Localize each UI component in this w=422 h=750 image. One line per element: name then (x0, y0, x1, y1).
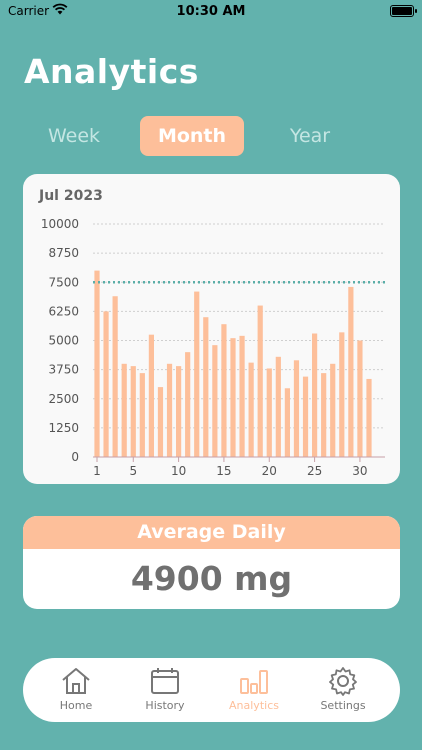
x-tick-label: 5 (129, 464, 137, 478)
tab-home[interactable]: Home (36, 666, 116, 712)
bar (130, 366, 136, 457)
bar (221, 324, 227, 457)
bar (284, 388, 290, 457)
average-daily-card: Average Daily 4900 mg (23, 516, 400, 609)
tab-bar: Home History Analytics Settings (23, 658, 400, 722)
bar (366, 378, 372, 457)
bar (157, 387, 164, 457)
bar (330, 363, 336, 457)
bar (248, 362, 254, 457)
tab-settings-label: Settings (320, 699, 366, 712)
y-tick-label: 8750 (48, 246, 79, 260)
bar (302, 376, 309, 457)
chart-card: Jul 2023 0 1250 2500 3750 5000 6250 7500 8750 10… (23, 174, 400, 484)
bar (139, 373, 145, 457)
y-tick-label: 7500 (48, 275, 79, 289)
tab-settings[interactable]: Settings (303, 666, 383, 712)
average-daily-value: 4900 mg (130, 559, 293, 598)
bar (121, 363, 127, 457)
daily-bar-chart: 01250250037505000625075008750100001 5 10 15… (41, 217, 385, 478)
tab-analytics-label: Analytics (229, 699, 279, 712)
y-tick-label: 6250 (48, 304, 79, 318)
bar (185, 352, 191, 457)
tab-analytics[interactable]: Analytics (214, 666, 294, 712)
bar (103, 311, 109, 457)
y-tick-label: 2500 (48, 392, 79, 406)
home-icon (62, 668, 90, 694)
bar (257, 305, 263, 457)
calendar-icon (151, 668, 179, 694)
bar (230, 338, 236, 457)
page-title: Analytics (24, 52, 199, 91)
x-tick-label: 30 (352, 464, 367, 478)
battery-icon (390, 5, 417, 17)
y-tick-label: 3750 (48, 363, 79, 377)
bar (112, 296, 118, 457)
bar (203, 317, 209, 457)
tab-home-label: Home (59, 699, 93, 712)
bar (312, 333, 318, 457)
bar (321, 373, 327, 457)
y-tick-label: 1250 (48, 421, 79, 435)
bar (176, 366, 182, 457)
y-tick-label: 0 (71, 450, 79, 464)
average-daily-header: Average Daily (23, 516, 400, 549)
segment-month[interactable]: Month (140, 116, 244, 156)
bar (348, 286, 354, 457)
x-tick-label: 20 (262, 464, 277, 478)
x-tick-label: 25 (307, 464, 322, 478)
y-tick-label: 5000 (48, 334, 79, 348)
bar (275, 356, 281, 457)
status-bar: Carrier 10:30 AM (0, 0, 422, 24)
bar (194, 291, 200, 457)
y-tick-label: 10000 (41, 217, 79, 231)
tab-history-label: History (145, 699, 185, 712)
gear-icon (329, 667, 357, 696)
bar (357, 340, 363, 457)
bar (94, 270, 100, 457)
segment-week[interactable]: Week (30, 116, 118, 156)
bar (293, 360, 300, 457)
tab-history[interactable]: History (125, 666, 205, 712)
bar (266, 368, 272, 457)
status-time: 10:30 AM (176, 4, 246, 19)
period-segmented-control: Week Month Year (0, 116, 422, 158)
x-tick-label: 15 (216, 464, 231, 478)
x-tick-label: 10 (171, 464, 186, 478)
bar (212, 345, 218, 457)
x-tick-label: 1 (93, 464, 101, 478)
segment-year[interactable]: Year (268, 116, 352, 156)
bar (339, 332, 345, 457)
bar-chart-icon (240, 670, 268, 694)
bar (166, 363, 173, 457)
bar (239, 335, 245, 457)
bar (148, 334, 154, 457)
